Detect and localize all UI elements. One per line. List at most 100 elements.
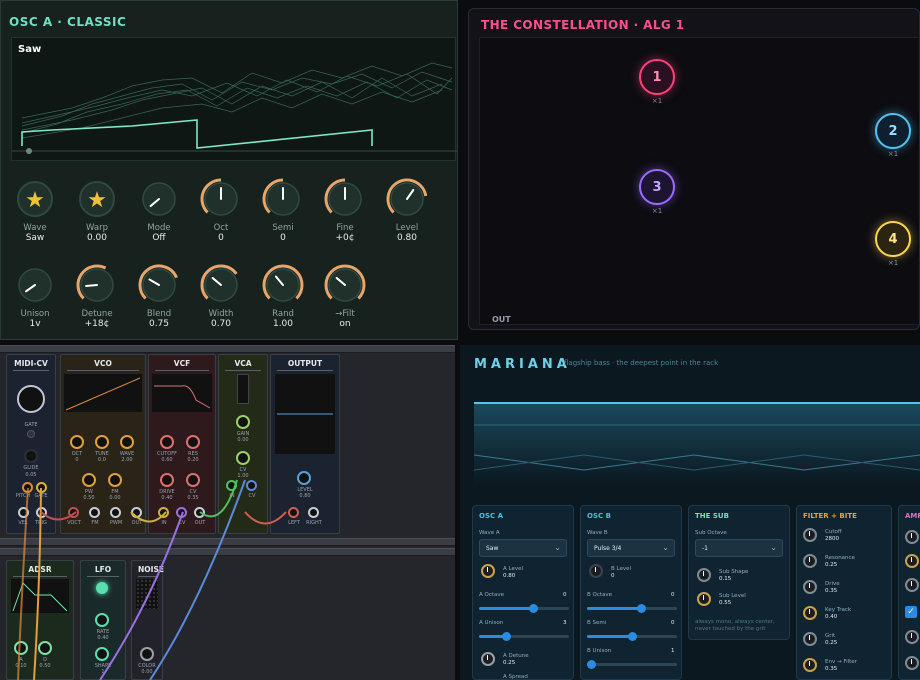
noise-color-knob[interactable] [140, 647, 154, 661]
b-level-value: 0 [611, 573, 615, 579]
lfo-rate-knob[interactable] [95, 613, 109, 627]
glide-knob[interactable] [24, 449, 38, 463]
vcf-knob[interactable] [186, 435, 200, 449]
adsr-knob[interactable] [14, 641, 28, 655]
osc-knob-blend[interactable]: Blend 0.75 [129, 263, 189, 329]
operator-field[interactable] [479, 37, 919, 325]
vcf-jack[interactable] [194, 507, 205, 518]
midi-dial[interactable] [17, 385, 45, 413]
a-unison-slider[interactable] [479, 632, 569, 641]
adsr-knob[interactable] [38, 641, 52, 655]
vca-gain-knob[interactable] [236, 415, 250, 429]
operator-4[interactable]: 4 [875, 221, 911, 257]
filter-knob[interactable] [803, 554, 817, 568]
vco-knob[interactable] [120, 435, 134, 449]
vco-jack[interactable] [89, 507, 100, 518]
vca-jack[interactable] [226, 480, 237, 491]
vca-cv-knob[interactable] [236, 451, 250, 465]
output-jack[interactable] [308, 507, 319, 518]
osc-knob-filt[interactable]: →Filt on [315, 263, 375, 329]
b-unison-slider[interactable] [587, 660, 677, 669]
wave-a-select[interactable]: Saw ⌄ [479, 539, 567, 557]
a-detune-knob[interactable] [481, 652, 495, 666]
osc-knob-width[interactable]: Width 0.70 [191, 263, 251, 329]
filter-knob-value: 2800 [825, 536, 839, 542]
filter-knob-label: Grit [825, 633, 836, 639]
filter-knob-label: Key Track [825, 607, 852, 613]
vco-knob[interactable] [95, 435, 109, 449]
sub-shape-knob[interactable] [697, 568, 711, 582]
vcf-knob-value: 0.35 [187, 495, 199, 501]
trig-jack[interactable] [36, 507, 47, 518]
vcf-knob[interactable] [160, 473, 174, 487]
output-level-knob[interactable] [297, 471, 311, 485]
vcf-knob[interactable] [186, 473, 200, 487]
filter-knob[interactable] [803, 528, 817, 542]
filter-knob[interactable] [803, 606, 817, 620]
output-jack[interactable] [288, 507, 299, 518]
osc-knob-oct[interactable]: Oct 0 [191, 177, 251, 243]
osc-b-section: OSC B Wave B Pulse 3/4 ⌄ B Level 0 B Octa… [580, 505, 682, 680]
operator-2[interactable]: 2 [875, 113, 911, 149]
osc-knob-level[interactable]: Level 0.80 [377, 177, 437, 243]
a-level-knob[interactable] [481, 564, 495, 578]
module-title: VCO [67, 355, 139, 371]
modular-rack: MIDI-CV GATE GLIDE 0.05 PITCH GATE VEL T… [0, 345, 455, 680]
knob-value: +18¢ [84, 319, 110, 329]
filter-knob-value: 0.35 [825, 666, 838, 672]
amp-knob[interactable] [905, 530, 919, 544]
osc-knob-unison[interactable]: Unison 1v [5, 263, 65, 329]
b-level-knob[interactable] [589, 564, 603, 578]
vcf-knob-value: 0.20 [187, 457, 199, 463]
wave-b-select[interactable]: Pulse 3/4 ⌄ [587, 539, 675, 557]
knob-dial [324, 178, 362, 216]
pitch-jack[interactable] [22, 482, 33, 493]
sub-section: THE SUB Sub Octave -1 ⌄ Sub Shape 0.15 Su… [688, 505, 790, 640]
osc-knob-fine[interactable]: Fine +0¢ [315, 177, 375, 243]
operator-1[interactable]: 1 [639, 59, 675, 95]
vco-knob[interactable] [82, 473, 96, 487]
osc-knob-detune[interactable]: Detune +18¢ [67, 263, 127, 329]
vco-jack[interactable] [68, 507, 79, 518]
osc-knob-rand[interactable]: Rand 1.00 [253, 263, 313, 329]
vcf-jack[interactable] [176, 507, 187, 518]
knob-value: 0.80 [396, 233, 418, 243]
sub-level-knob[interactable] [697, 592, 711, 606]
lfo-shape-knob[interactable] [95, 647, 109, 661]
vco-knob[interactable] [108, 473, 122, 487]
filter-knob[interactable] [803, 632, 817, 646]
osc-knob-warp[interactable]: ★ Warp 0.00 [67, 177, 127, 243]
vco-knob[interactable] [70, 435, 84, 449]
vco-jack[interactable] [110, 507, 121, 518]
osc-a-section: OSC A Wave A Saw ⌄ A Level 0.80 A Octave … [472, 505, 574, 680]
amp-checkbox[interactable]: ✓ [905, 606, 917, 618]
module-title: LFO [87, 561, 119, 577]
knob-dial [200, 264, 238, 302]
vca-jack[interactable] [246, 480, 257, 491]
amp-knob[interactable] [905, 630, 919, 644]
amp-knob[interactable] [905, 578, 919, 592]
b-semi-slider[interactable] [587, 632, 677, 641]
sub-octave-select[interactable]: -1 ⌄ [695, 539, 783, 557]
amp-knob[interactable] [905, 656, 919, 670]
filter-knob[interactable] [803, 580, 817, 594]
a-octave-slider[interactable] [479, 604, 569, 613]
vcf-knob[interactable] [160, 435, 174, 449]
section-title: FILTER + BITE [803, 512, 857, 520]
waveform-display[interactable]: Saw [11, 37, 457, 161]
vco-jack[interactable] [131, 507, 142, 518]
knob-dial [76, 264, 114, 302]
gate-jack[interactable] [36, 482, 47, 493]
osc-knob-wave[interactable]: ★ Wave Saw [5, 177, 65, 243]
b-octave-slider[interactable] [587, 604, 677, 613]
module-title: OUTPUT [277, 355, 333, 371]
filter-knob[interactable] [803, 658, 817, 672]
vel-jack[interactable] [18, 507, 29, 518]
osc-knob-mode[interactable]: Mode Off [129, 177, 189, 243]
vcf-jack[interactable] [158, 507, 169, 518]
knob-label: →Filt [335, 309, 355, 319]
operator-3[interactable]: 3 [639, 169, 675, 205]
amp-knob[interactable] [905, 554, 919, 568]
osc-knob-semi[interactable]: Semi 0 [253, 177, 313, 243]
knob-value: 0 [280, 233, 286, 243]
